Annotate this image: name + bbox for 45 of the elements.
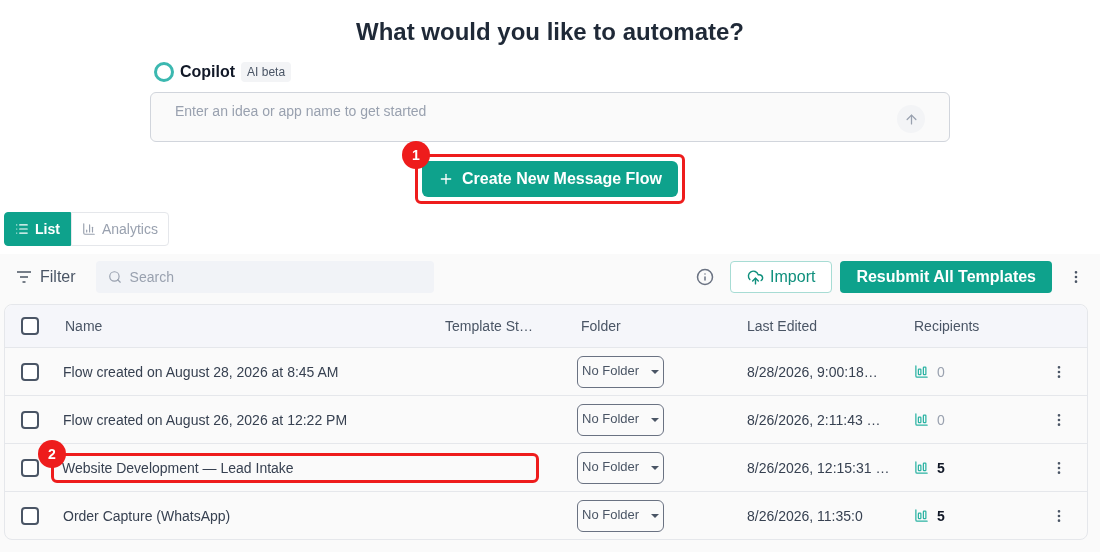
last-edited-cell-text: 8/26/2026, 12:15:31 … xyxy=(746,458,891,478)
step-number-badge: 1 xyxy=(401,141,430,169)
row-checkbox[interactable] xyxy=(21,458,39,477)
filter-icon xyxy=(16,271,32,283)
select-all-checkbox[interactable] xyxy=(21,317,39,335)
search-field[interactable]: Search xyxy=(129,267,422,287)
info-icon[interactable] xyxy=(696,268,715,286)
cloud-upload-icon xyxy=(747,268,765,286)
idea-input-box[interactable]: Enter an idea or app name to get started xyxy=(150,92,950,142)
caret-icon xyxy=(651,513,660,518)
import-button[interactable]: Import xyxy=(730,261,833,293)
row-checkbox[interactable] xyxy=(21,362,39,381)
column-header: Recipients xyxy=(913,317,981,336)
recipients-count: 0 xyxy=(937,410,945,430)
row-checkbox[interactable] xyxy=(21,410,39,429)
column-header: Last Edited xyxy=(746,317,819,336)
flow-name[interactable]: Flow created on August 26, 2026 at 12:22 PM xyxy=(55,409,348,430)
copilot-title: Copilot xyxy=(180,62,236,82)
column-header: Folder xyxy=(580,317,622,336)
copilot-logo-icon xyxy=(154,62,174,82)
folder-dropdown[interactable]: No Folder xyxy=(577,355,665,388)
chart-icon xyxy=(81,222,96,236)
flow-name[interactable]: Order Capture (WhatsApp) xyxy=(55,505,231,526)
page-heading: What would you like to automate? xyxy=(356,17,744,47)
recipients-count: 0 xyxy=(937,362,945,382)
column-header: Template St… xyxy=(445,317,534,336)
caret-icon xyxy=(651,465,660,470)
search-box[interactable]: Search xyxy=(95,261,434,293)
idea-input-field[interactable]: Enter an idea or app name to get started xyxy=(175,101,775,121)
folder-dropdown[interactable]: No Folder xyxy=(577,451,665,484)
beta-badge: AI beta xyxy=(241,62,292,82)
folder-dropdown[interactable]: No Folder xyxy=(577,499,665,532)
recipients-count: 5 xyxy=(937,458,945,478)
row-checkbox[interactable] xyxy=(21,506,39,525)
caret-icon xyxy=(651,417,660,422)
recipients-count: 5 xyxy=(937,506,945,526)
caret-icon xyxy=(651,369,660,374)
list-icon xyxy=(15,222,29,236)
flow-name[interactable]: Flow created on August 28, 2026 at 8:45 AM xyxy=(55,361,339,382)
filter-button[interactable]: Filter xyxy=(16,265,76,289)
search-icon xyxy=(107,270,122,284)
last-edited-cell-text: 8/26/2026, 2:11:43 … xyxy=(746,410,882,430)
folder-dropdown[interactable]: No Folder xyxy=(577,403,665,436)
last-edited-cell-text: 8/26/2026, 11:35:0 xyxy=(746,506,864,526)
last-edited-cell-text: 8/28/2026, 9:00:18… xyxy=(746,362,879,382)
